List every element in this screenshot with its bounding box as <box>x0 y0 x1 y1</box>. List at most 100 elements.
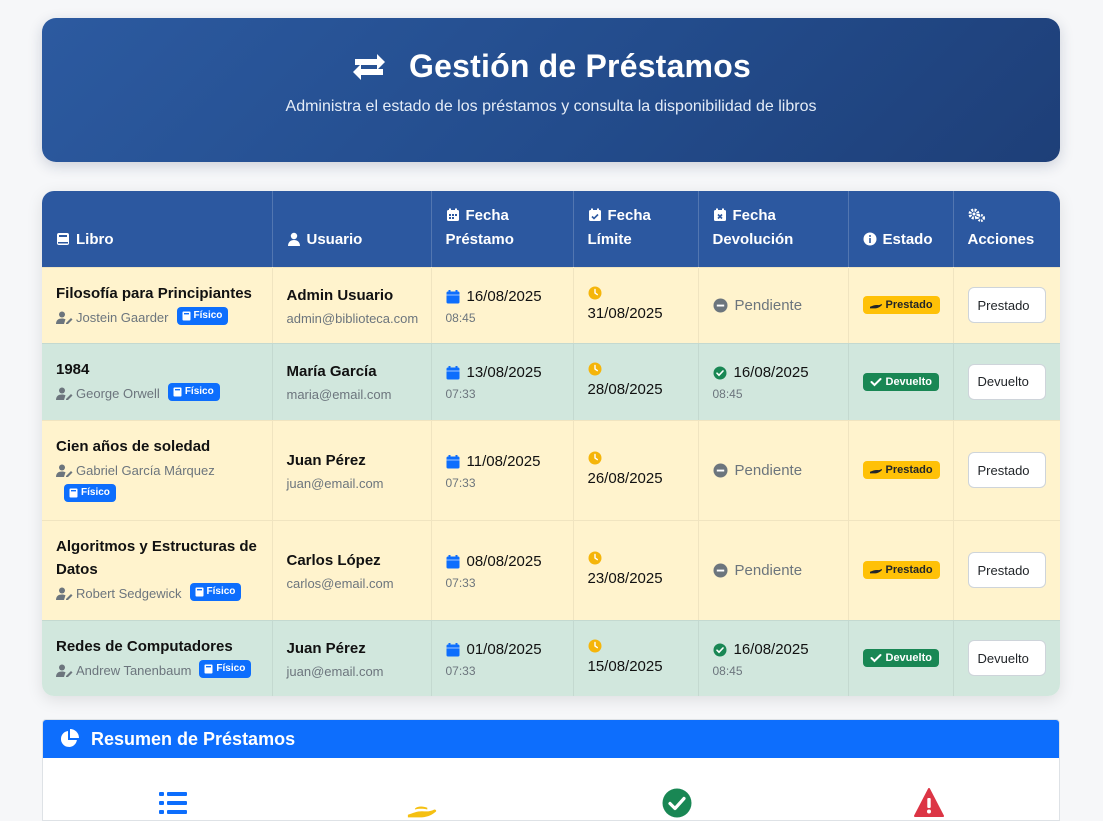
status-select[interactable]: Prestado <box>967 552 1046 588</box>
book-title: Cien años de soledad <box>56 437 211 455</box>
summary-stats <box>43 758 1059 820</box>
loan-time: 07:33 <box>445 387 476 401</box>
book-author: Gabriel García Márquez <box>76 462 215 478</box>
cell-due-date: 31/08/2025 <box>573 266 699 343</box>
loan-date-value: 16/08/2025 <box>466 287 542 305</box>
status-select[interactable]: Prestado <box>967 287 1046 323</box>
user-email: juan@email.com <box>286 475 384 491</box>
book-icon <box>204 664 213 674</box>
cell-book: Cien años de soledad Gabriel García Márq… <box>42 419 273 520</box>
book-author-row: George Orwell Físico <box>56 383 258 405</box>
cell-loan-date: 11/08/2025 07:33 <box>431 419 574 520</box>
status-select-value: Prestado <box>977 562 1030 578</box>
return-date: 16/08/2025 <box>713 362 834 384</box>
cell-return-date: Pendiente <box>698 519 849 620</box>
return-date-value: 16/08/2025 <box>733 364 809 381</box>
cell-due-date: 26/08/2025 <box>573 419 699 520</box>
cell-actions: Prestado <box>953 419 1060 520</box>
col-libro-label: Libro <box>76 230 114 248</box>
cell-book: Filosofía para Principiantes Jostein Gaa… <box>42 266 273 343</box>
due-date: 26/08/2025 <box>587 469 663 487</box>
col-fecha-prestamo-line2: Préstamo <box>445 230 514 248</box>
cell-loan-date: 16/08/2025 08:45 <box>431 266 574 343</box>
return-pending: Pendiente <box>713 562 834 579</box>
cell-status: Prestado <box>848 419 954 520</box>
status-select[interactable]: Prestado <box>967 452 1046 488</box>
table-row: 1984 George Orwell Físico María García ma… <box>42 342 1060 420</box>
cell-return-date: 16/08/2025 08:45 <box>698 619 849 696</box>
return-pending-label: Pendiente <box>734 561 803 579</box>
cell-book: Redes de Computadores Andrew Tanenbaum Fí… <box>42 619 273 696</box>
status-select-value: Devuelto <box>977 650 1029 666</box>
summary-panel: Resumen de Préstamos <box>42 719 1060 821</box>
col-acciones-label: Acciones <box>967 230 1035 248</box>
user-edit-icon <box>56 464 73 477</box>
col-acciones[interactable]: Acciones <box>953 191 1060 267</box>
exchange-icon <box>351 49 387 85</box>
cell-book: Algoritmos y Estructuras de Datos Robert… <box>42 519 273 620</box>
cell-user: Juan Pérez juan@email.com <box>272 619 432 696</box>
cell-loan-date: 01/08/2025 07:33 <box>431 619 574 696</box>
check-icon <box>870 377 881 386</box>
book-author-row: Robert Sedgewick Físico <box>56 583 258 605</box>
user-icon <box>287 232 300 246</box>
minus-circle-icon <box>713 298 727 312</box>
col-fecha-limite[interactable]: Fecha Límite <box>573 191 699 267</box>
calendar-icon <box>446 642 459 657</box>
table-row: Cien años de soledad Gabriel García Márq… <box>42 419 1060 520</box>
col-fecha-prestamo[interactable]: Fecha Préstamo <box>431 191 574 267</box>
status-badge: Prestado <box>862 296 940 314</box>
col-usuario[interactable]: Usuario <box>272 191 432 267</box>
calendar-icon <box>446 454 459 468</box>
minus-circle-icon <box>713 463 727 477</box>
book-title: Redes de Computadores <box>56 637 233 655</box>
book-author: Jostein Gaarder <box>76 309 169 325</box>
status-badge: Devuelto <box>862 649 939 668</box>
check-icon <box>870 654 881 663</box>
loan-date-value: 13/08/2025 <box>466 364 542 381</box>
format-badge-label: Físico <box>206 586 236 597</box>
return-pending-label: Pendiente <box>734 461 803 479</box>
col-fecha-devolucion[interactable]: Fecha Devolución <box>698 191 849 267</box>
status-select[interactable]: Devuelto <box>967 640 1046 677</box>
status-badge-label: Devuelto <box>885 652 932 665</box>
user-email: maria@email.com <box>286 387 392 402</box>
table-row: Algoritmos y Estructuras de Datos Robert… <box>42 519 1060 620</box>
col-libro[interactable]: Libro <box>42 191 273 267</box>
loan-date: 08/08/2025 <box>446 551 559 573</box>
page-header: Gestión de Préstamos Administra el estad… <box>42 18 1060 162</box>
book-author-row: Andrew Tanenbaum Físico <box>56 659 258 682</box>
col-fecha-prestamo-line1: Fecha <box>465 206 509 224</box>
summary-title: Resumen de Préstamos <box>91 728 296 749</box>
page-title-row: Gestión de Préstamos <box>42 48 1060 85</box>
book-title: Algoritmos y Estructuras de Datos <box>56 538 257 578</box>
user-name: María García <box>286 363 377 380</box>
book-author: Andrew Tanenbaum <box>76 662 192 678</box>
cell-actions: Devuelto <box>953 342 1060 420</box>
status-badge: Prestado <box>862 461 940 479</box>
cell-actions: Prestado <box>953 519 1060 620</box>
user-edit-icon <box>56 587 73 600</box>
col-fecha-devolucion-line1: Fecha <box>732 206 776 224</box>
col-estado[interactable]: Estado <box>848 191 954 267</box>
calendar-check-icon <box>588 208 601 221</box>
loan-date-value: 11/08/2025 <box>466 452 541 470</box>
table-header-row: Libro Usuario Fecha Préstamo Fecha Límite … <box>42 191 1060 267</box>
due-date: 23/08/2025 <box>587 569 663 587</box>
page-subtitle: Administra el estado de los préstamos y … <box>285 98 817 115</box>
cell-return-date: 16/08/2025 08:45 <box>698 342 849 420</box>
cogs-icon <box>968 208 985 222</box>
col-estado-label: Estado <box>882 230 933 248</box>
cell-user: Admin Usuario admin@biblioteca.com <box>272 266 432 343</box>
cell-status: Devuelto <box>848 619 954 696</box>
return-pending: Pendiente <box>713 462 834 479</box>
status-select[interactable]: Devuelto <box>967 363 1046 400</box>
cell-status: Prestado <box>848 266 954 343</box>
col-fecha-devolucion-line2: Devolución <box>712 230 794 248</box>
cell-user: María García maria@email.com <box>272 342 432 420</box>
hand-holding-icon <box>869 569 882 574</box>
due-date: 28/08/2025 <box>587 381 663 398</box>
status-badge-label: Prestado <box>885 464 933 476</box>
cell-return-date: Pendiente <box>698 419 849 520</box>
cell-actions: Devuelto <box>953 619 1060 696</box>
